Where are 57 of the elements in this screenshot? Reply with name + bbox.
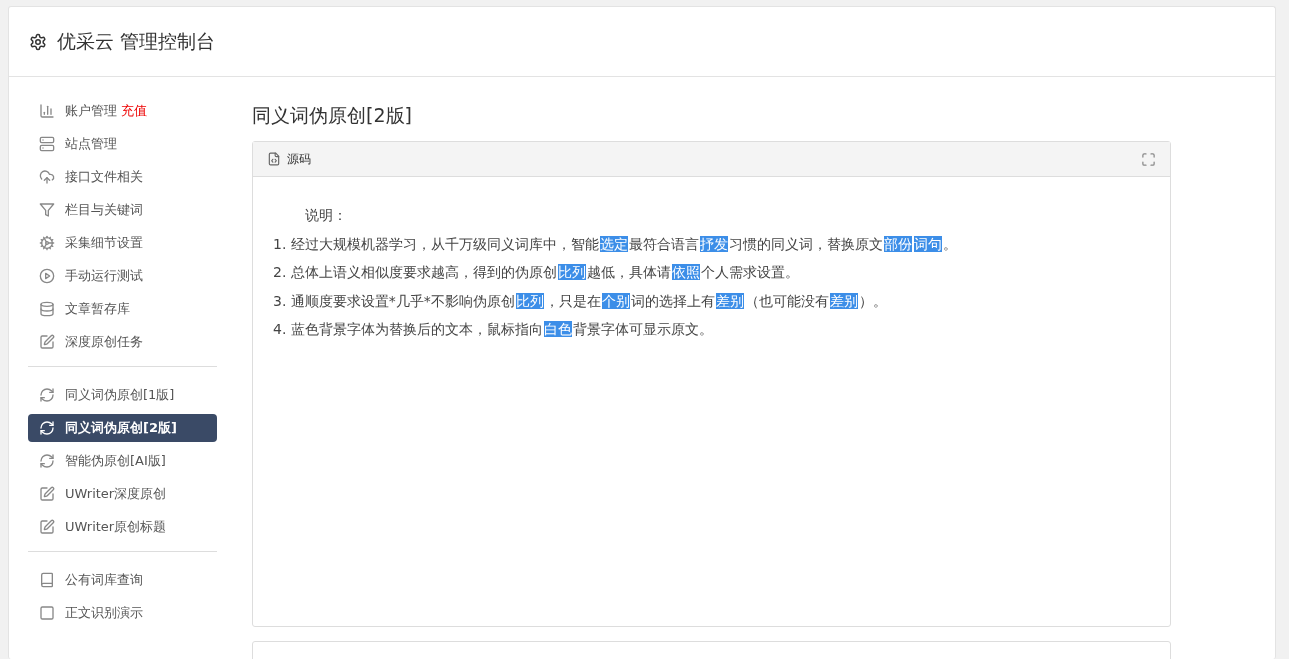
sidebar-item[interactable]: 接口文件相关 (28, 163, 217, 191)
sidebar-item[interactable]: 公有词库查询 (28, 566, 217, 594)
book-icon (39, 572, 55, 588)
sidebar-item[interactable]: 站点管理 (28, 130, 217, 158)
sidebar-item-label: 正文识别演示 (65, 604, 143, 622)
settings-icon (29, 32, 47, 51)
instruction-line: 3. 通顺度要求设置*几乎*不影响伪原创 比列，只是在个别词的选择上有差别（也可能没有差别）。 (273, 291, 888, 311)
sidebar-item[interactable]: 采集细节设置 (28, 229, 217, 257)
sidebar-item[interactable]: UWriter原创标题 (28, 513, 217, 541)
sidebar-item[interactable]: 手动运行测试 (28, 262, 217, 290)
sidebar-item-label: 同义词伪原创[1版] (65, 386, 175, 404)
refresh-icon (39, 453, 55, 469)
sidebar-item-label: 同义词伪原创[2版] (65, 419, 177, 437)
source-tab[interactable]: 源码 (267, 150, 311, 168)
sidebar-item[interactable]: 栏目与关键词 (28, 196, 217, 224)
sidebar-item-label: 接口文件相关 (65, 168, 143, 186)
refresh-icon (39, 387, 55, 403)
sidebar-item-label: 文章暂存库 (65, 300, 130, 318)
edit-icon (39, 486, 55, 502)
sidebar-item[interactable]: 同义词伪原创[1版] (28, 381, 217, 409)
bar-chart-icon (39, 103, 55, 119)
sidebar-item[interactable]: 智能伪原创[AI版] (28, 447, 217, 475)
sidebar-item-label: 账户管理 充值 (65, 102, 147, 120)
sidebar-item-label: 智能伪原创[AI版] (65, 452, 166, 470)
instructions-heading: 说明： (304, 206, 348, 225)
sidebar-item-label: 公有词库查询 (65, 571, 143, 589)
instruction-line: 4. 蓝色背景字体为替换后的文本，鼠标指向 白色背景字体可显示原文。 (273, 320, 714, 339)
code-file-icon (267, 152, 281, 166)
sidebar-item-label: 手动运行测试 (65, 267, 143, 285)
sidebar-item-label: 栏目与关键词 (65, 201, 143, 219)
play-icon (39, 268, 55, 284)
filter-icon (39, 202, 55, 218)
console-title: 优采云 管理控制台 (57, 28, 216, 54)
sidebar-item[interactable]: 同义词伪原创[2版] (28, 414, 217, 442)
sidebar-item[interactable]: 文章暂存库 (28, 295, 217, 323)
refresh-icon (39, 420, 55, 436)
sidebar-item[interactable]: 正文识别演示 (28, 599, 217, 627)
sidebar-item[interactable]: UWriter深度原创 (28, 480, 217, 508)
sidebar-item-label: 采集细节设置 (65, 234, 143, 252)
server-icon (39, 136, 55, 152)
gear-icon (39, 235, 55, 251)
cloud-upload-icon (39, 169, 55, 185)
sidebar-item-label: 深度原创任务 (65, 333, 143, 351)
edit-icon (39, 334, 55, 350)
instruction-line: 1. 经过大规模机器学习，从千万级同义词库中，智能选定最符合语言抒发习惯的同义词，替换原文部份词句。 (273, 234, 958, 254)
page-title: 同义词伪原创[2版] (252, 103, 413, 128)
instruction-line: 2. 总体上语义相似度要求越高，得到的伪原创 比列越低，具体请依照个人需求设置。 (273, 263, 800, 282)
database-icon (39, 301, 55, 317)
sidebar-item-label: UWriter原创标题 (65, 518, 167, 536)
sidebar-item-label: UWriter深度原创 (65, 485, 167, 503)
recharge-link[interactable]: 充值 (121, 103, 147, 118)
sidebar-item-label: 站点管理 (65, 135, 117, 153)
sidebar-item[interactable]: 深度原创任务 (28, 328, 217, 356)
edit-icon (39, 519, 55, 535)
square-icon (39, 605, 55, 621)
fullscreen-icon[interactable] (1141, 151, 1156, 167)
sidebar-item[interactable]: 账户管理 充值 (28, 97, 217, 125)
